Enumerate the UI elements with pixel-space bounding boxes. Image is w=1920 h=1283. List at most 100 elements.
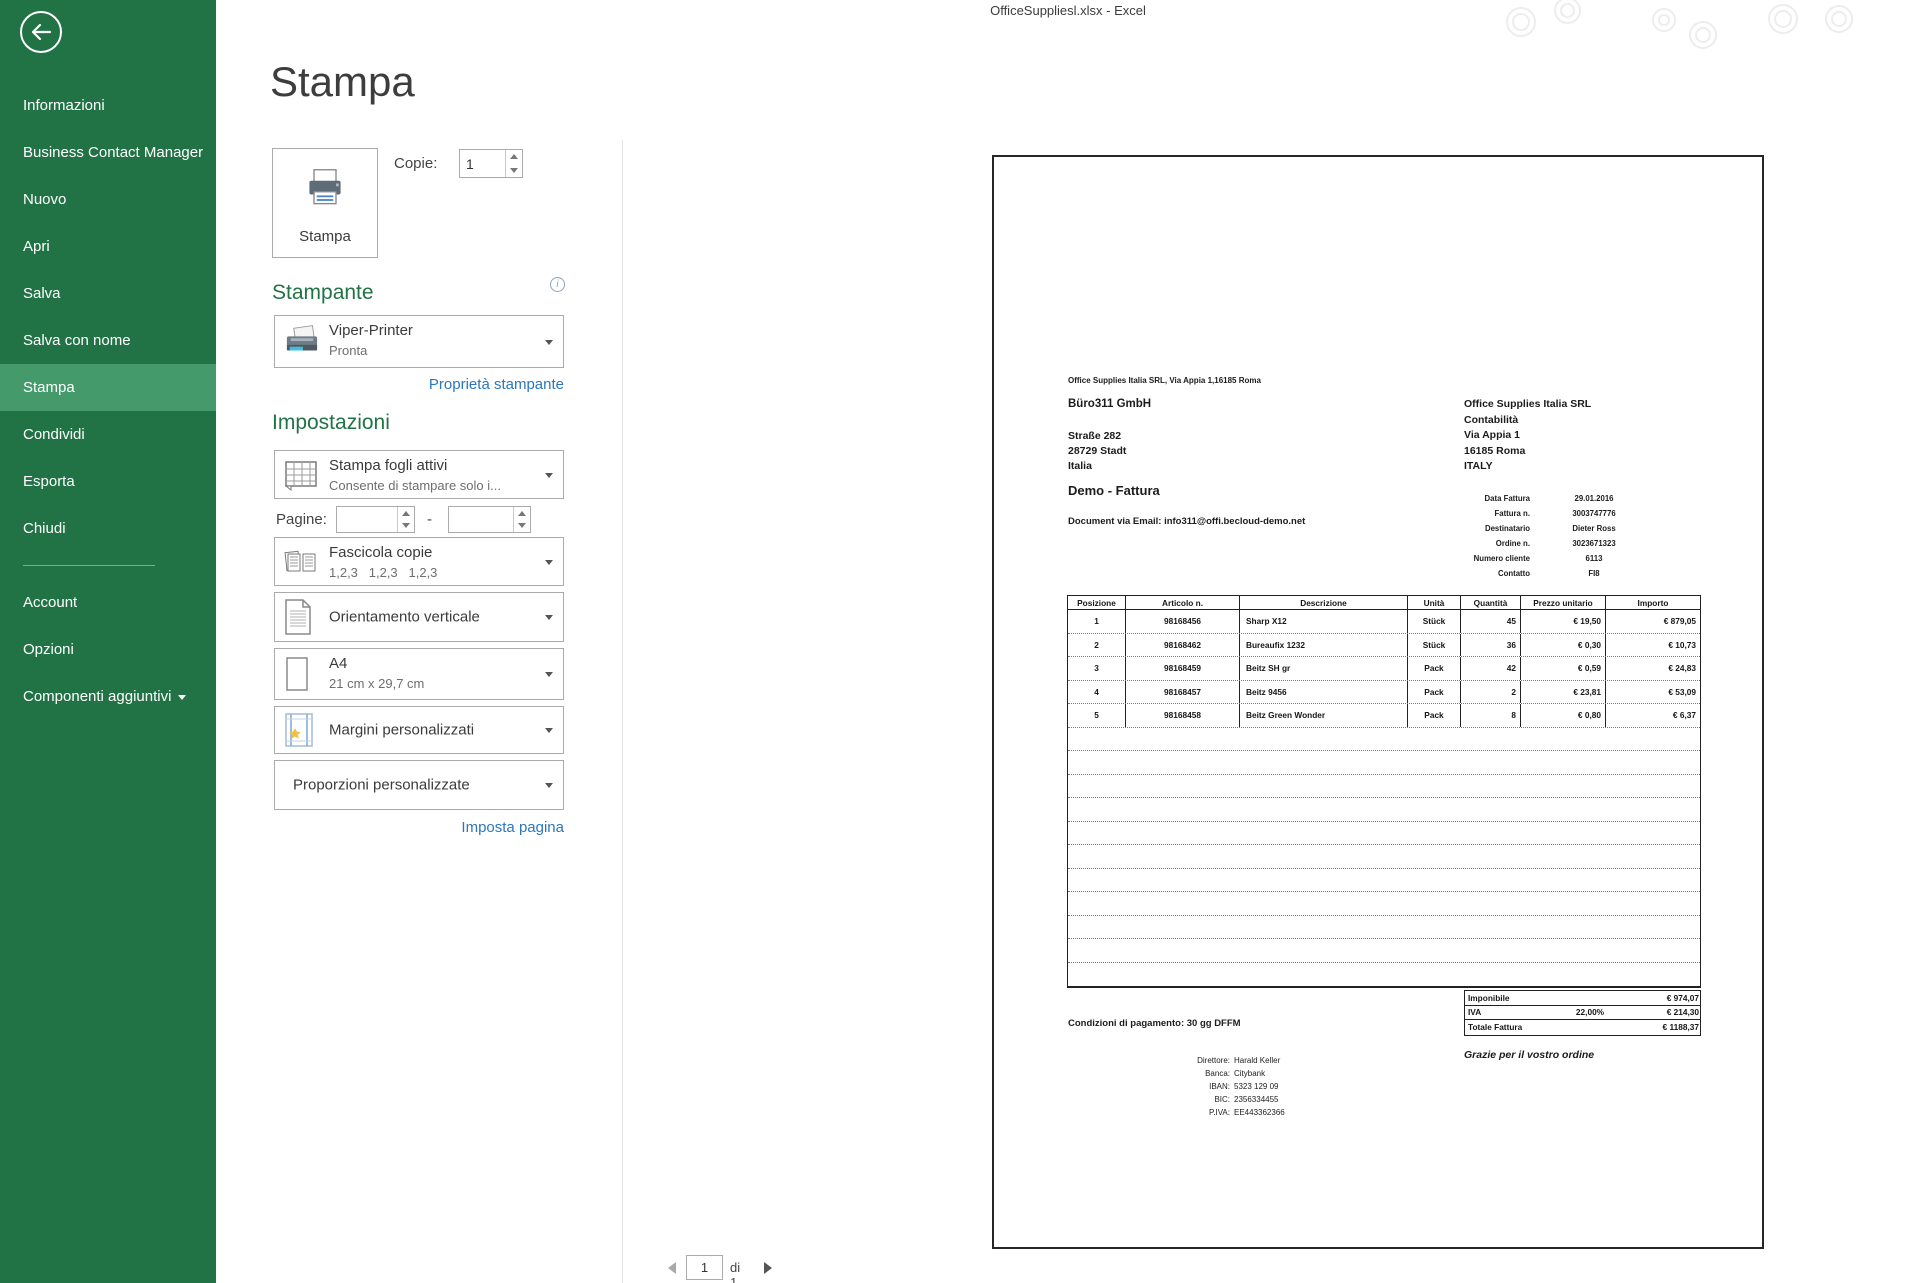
column-header: Importo [1606,596,1700,609]
current-page-input[interactable] [687,1256,722,1279]
sidebar-item-esporta[interactable]: Esporta [0,458,216,505]
paper-size-selector[interactable]: A4 21 cm x 29,7 cm [274,648,564,700]
sidebar-item-informazioni[interactable]: Informazioni [0,82,216,129]
paper-size-subtitle: 21 cm x 29,7 cm [329,676,541,691]
table-cell: 8 [1461,704,1521,727]
table-row: 598168458Beitz Green WonderPack8€ 0,80€ … [1068,704,1700,728]
detail-label: Data Fattura [1374,494,1530,503]
sidebar-item-salva-con-nome[interactable]: Salva con nome [0,317,216,364]
decorative-swirl-icon [1652,8,1676,32]
totals-row: IVA22,00%€ 214,30 [1465,1006,1700,1021]
previous-page-icon[interactable] [668,1262,676,1274]
table-cell: Stück [1408,610,1461,633]
pages-from-spinner [397,507,414,532]
collation-selector[interactable]: Fascicola copie 1,2,3 1,2,3 1,2,3 [274,537,564,586]
next-page-icon[interactable] [764,1262,772,1274]
column-header: Unità [1408,596,1461,609]
sidebar-item-label: Stampa [23,379,75,396]
pages-from-input[interactable] [337,507,397,532]
printer-selector[interactable]: Viper-Printer Pronta [274,315,564,368]
pages-label: Pagine: [276,511,327,528]
table-cell: 98168458 [1126,704,1240,727]
sidebar-item-stampa[interactable]: Stampa [0,364,216,411]
table-cell: 98168456 [1126,610,1240,633]
table-header-row: PosizioneArticolo n.DescrizioneUnitàQuan… [1068,596,1700,610]
print-what-selector[interactable]: Stampa fogli attivi Consente di stampare… [274,450,564,499]
print-button-label: Stampa [273,228,377,245]
column-header: Posizione [1068,596,1126,609]
table-cell: € 23,81 [1521,681,1606,704]
info-icon[interactable] [550,277,565,292]
table-empty-row [1068,775,1700,799]
spin-up-icon[interactable] [506,150,522,164]
footer-label: Direttore: [1070,1056,1230,1065]
table-cell: 45 [1461,610,1521,633]
sidebar-item-salva[interactable]: Salva [0,270,216,317]
sidebar-item-account[interactable]: Account [0,579,216,626]
invoice-doc-title: Demo - Fattura [1068,483,1160,498]
pages-from-stepper [336,506,415,533]
sidebar-item-condividi[interactable]: Condividi [0,411,216,458]
company-block-line: ITALY [1464,459,1591,475]
worksheet-icon [283,459,319,491]
backstage-sidebar: InformazioniBusiness Contact ManagerNuov… [0,0,216,1283]
detail-value: 29.01.2016 [1534,494,1654,503]
totals-rate [1545,1020,1635,1035]
back-button[interactable] [20,11,62,53]
sidebar-item-business-contact-manager[interactable]: Business Contact Manager [0,129,216,176]
spin-up-icon[interactable] [398,507,414,520]
settings-section-heading: Impostazioni [272,411,390,435]
invoice-details: Data Fattura29.01.2016Fattura n.30037477… [1374,491,1654,581]
invoice-items-table: PosizioneArticolo n.DescrizioneUnitàQuan… [1067,595,1701,988]
table-row: 498168457Beitz 9456Pack2€ 23,81€ 53,09 [1068,681,1700,705]
invoice-detail-row: Data Fattura 29.01.2016 [1374,491,1654,506]
collation-title: Fascicola copie [329,544,432,561]
scaling-selector[interactable]: Proporzioni personalizzate [274,760,564,810]
invoice-footer-row: IBAN:5323 129 09 [1070,1080,1285,1093]
table-cell: 1 [1068,610,1126,633]
sidebar-nav: InformazioniBusiness Contact ManagerNuov… [0,82,216,720]
table-cell: Pack [1408,681,1461,704]
invoice-detail-row: ContattoFI8 [1374,566,1654,581]
paper-size-icon [283,656,311,692]
column-header: Articolo n. [1126,596,1240,609]
table-empty-row [1068,822,1700,846]
spin-down-icon[interactable] [398,520,414,533]
sidebar-item-opzioni[interactable]: Opzioni [0,626,216,673]
table-empty-row [1068,845,1700,869]
pages-to-input[interactable] [449,507,513,532]
margins-selector[interactable]: Margini personalizzati [274,706,564,754]
table-cell: Pack [1408,657,1461,680]
table-cell: Beitz Green Wonder [1240,704,1408,727]
footer-value: 2356334455 [1234,1095,1279,1104]
table-cell: 5 [1068,704,1126,727]
print-button[interactable]: Stampa [272,148,378,258]
sidebar-item-label: Condividi [23,426,85,443]
column-header: Prezzo unitario [1521,596,1606,609]
totals-value: € 1188,37 [1635,1020,1702,1035]
invoice-footer-row: P.IVA:EE443362366 [1070,1106,1285,1119]
sidebar-item-chiudi[interactable]: Chiudi [0,505,216,552]
printer-properties-link[interactable]: Proprietà stampante [274,376,564,393]
spin-down-icon[interactable] [506,164,522,178]
spin-up-icon[interactable] [514,507,530,520]
print-what-title: Stampa fogli attivi [329,457,447,474]
sidebar-item-label: Salva con nome [23,332,131,349]
copies-input[interactable] [460,150,505,177]
sidebar-item-apri[interactable]: Apri [0,223,216,270]
page-setup-link[interactable]: Imposta pagina [274,819,564,836]
spin-down-icon[interactable] [514,520,530,533]
table-cell: € 24,83 [1606,657,1700,680]
table-cell: 2 [1068,634,1126,657]
detail-label: Ordine n. [1374,539,1530,548]
orientation-selector[interactable]: Orientamento verticale [274,592,564,642]
table-cell: € 0,80 [1521,704,1606,727]
sidebar-item-nuovo[interactable]: Nuovo [0,176,216,223]
table-empty-row [1068,798,1700,822]
invoice-buyer-address: Straße 282 28729 Stadt Italia [1068,429,1126,474]
decorative-swirl-icon [1689,21,1717,49]
table-cell: 98168462 [1126,634,1240,657]
printer-name: Viper-Printer [329,322,413,339]
sidebar-item-componenti-aggiuntivi[interactable]: Componenti aggiuntivi [0,673,216,720]
table-cell: Beitz SH gr [1240,657,1408,680]
